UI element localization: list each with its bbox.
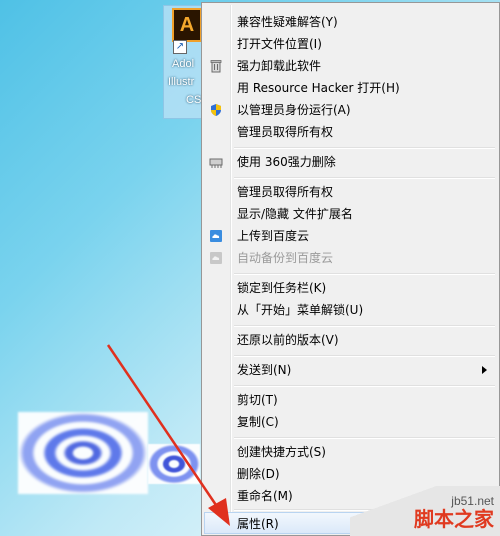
- watermark-name: 脚本之家: [414, 507, 494, 531]
- red-annotation-arrow-icon: [106, 344, 230, 526]
- site-watermark: jb51.net 脚本之家: [350, 486, 500, 536]
